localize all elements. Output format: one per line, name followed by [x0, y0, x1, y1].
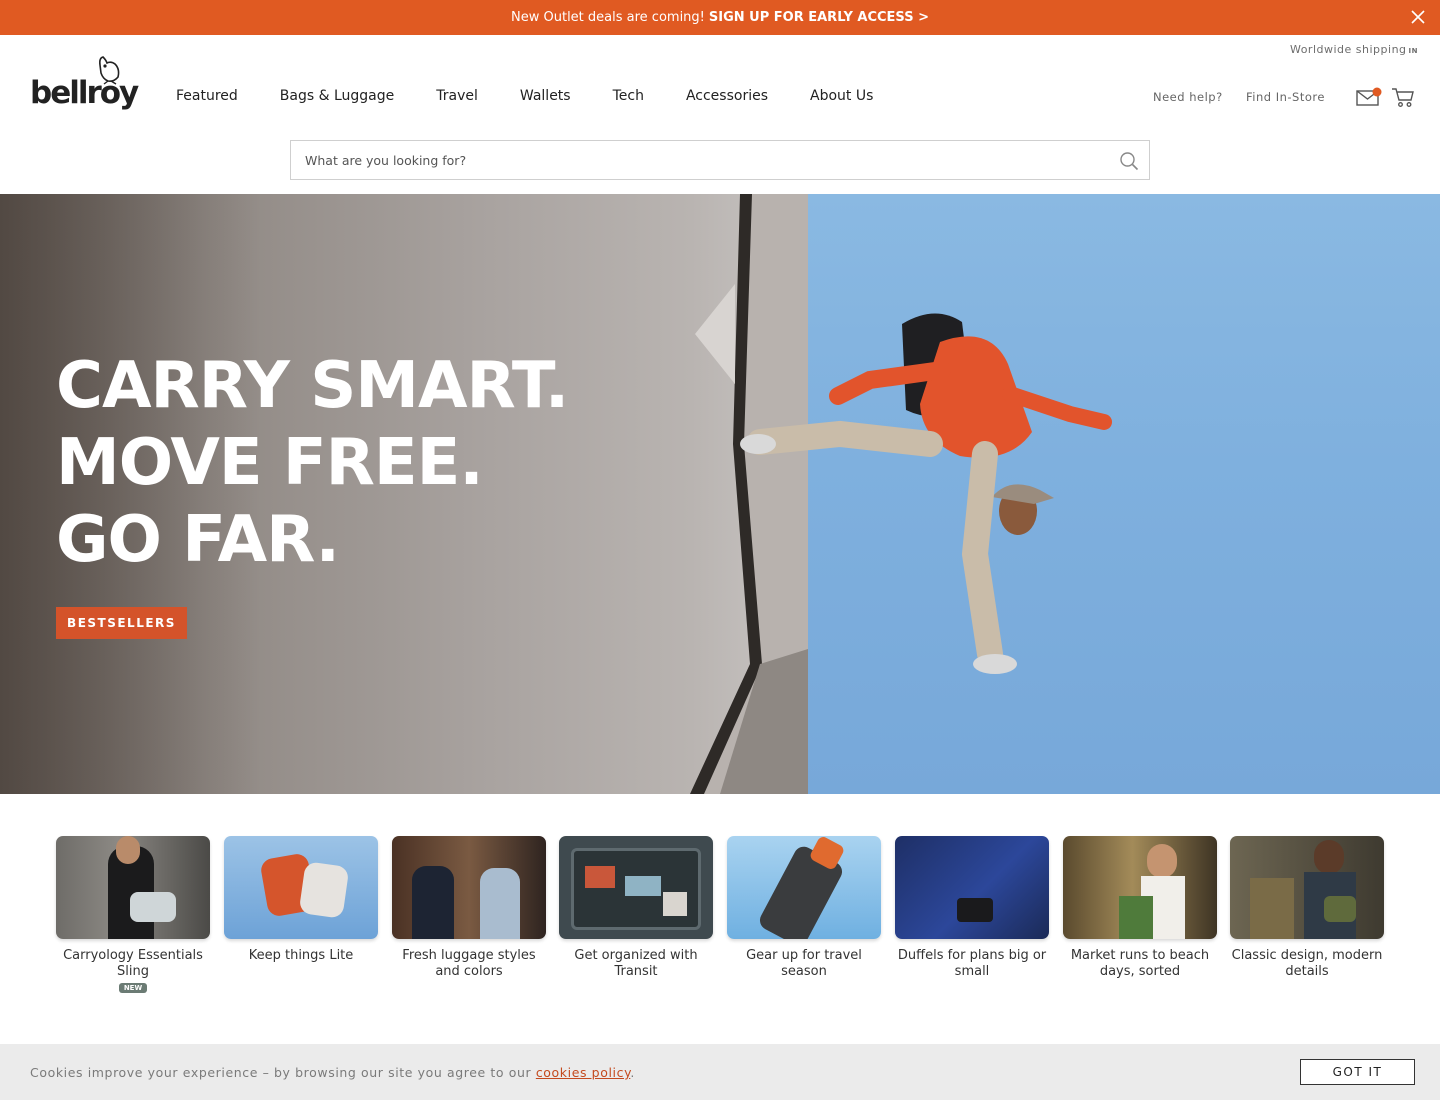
hero-headline: CARRY SMART. MOVE FREE. GO FAR.: [56, 348, 569, 579]
search-icon[interactable]: [1119, 151, 1139, 171]
promo-text: New Outlet deals are coming!: [511, 10, 705, 25]
tile-keep-things-lite[interactable]: Keep things Lite: [224, 836, 378, 964]
tile-image: [727, 836, 881, 939]
tile-classic-design[interactable]: Classic design, modern details: [1230, 836, 1384, 980]
tile-image: [559, 836, 713, 939]
promo-signup-link[interactable]: SIGN UP FOR EARLY ACCESS >: [709, 10, 929, 25]
tile-travel-season[interactable]: Gear up for travel season: [727, 836, 881, 980]
tile-caption: Gear up for travel season: [746, 948, 862, 979]
cookie-banner: Cookies improve your experience – by bro…: [0, 1044, 1440, 1100]
close-icon[interactable]: [1410, 9, 1426, 25]
category-tiles: Carryology Essentials Sling NEW Keep thi…: [56, 836, 1386, 1006]
logo-wordmark: bellroy: [30, 75, 139, 111]
nav-tech[interactable]: Tech: [613, 88, 644, 104]
new-badge: NEW: [119, 983, 147, 993]
tile-image: [1063, 836, 1217, 939]
got-it-button[interactable]: GOT IT: [1300, 1059, 1415, 1085]
mail-icon[interactable]: [1356, 87, 1382, 107]
main-nav: Featured Bags & Luggage Travel Wallets T…: [176, 88, 915, 104]
tile-image: [56, 836, 210, 939]
tile-image: [224, 836, 378, 939]
tile-caption: Get organized with Transit: [574, 948, 698, 979]
tile-caption: Keep things Lite: [248, 948, 354, 963]
site-logo[interactable]: bellroy: [30, 53, 139, 115]
tile-image: [1230, 836, 1384, 939]
hero-line-3: GO FAR.: [56, 503, 340, 577]
tile-caption: Market runs to beach days, sorted: [1070, 948, 1210, 979]
cookies-policy-link[interactable]: cookies policy: [536, 1065, 630, 1080]
nav-about-us[interactable]: About Us: [810, 88, 873, 104]
hero-line-1: CARRY SMART.: [56, 349, 569, 423]
nav-accessories[interactable]: Accessories: [686, 88, 768, 104]
cookie-text: Cookies improve your experience – by bro…: [30, 1065, 532, 1080]
need-help-link[interactable]: Need help?: [1153, 90, 1223, 104]
cart-icon[interactable]: [1391, 86, 1415, 108]
tile-transit-organizer[interactable]: Get organized with Transit: [559, 836, 713, 980]
shipping-country-code: IN: [1408, 47, 1418, 55]
promo-bar: New Outlet deals are coming! SIGN UP FOR…: [0, 0, 1440, 35]
tile-market-beach[interactable]: Market runs to beach days, sorted: [1063, 836, 1217, 980]
nav-wallets[interactable]: Wallets: [520, 88, 571, 104]
hero-line-2: MOVE FREE.: [56, 426, 484, 500]
cookie-message: Cookies improve your experience – by bro…: [30, 1065, 635, 1080]
tile-carryology-sling[interactable]: Carryology Essentials Sling NEW: [56, 836, 210, 993]
tile-fresh-luggage[interactable]: Fresh luggage styles and colors: [392, 836, 546, 980]
nav-bags-luggage[interactable]: Bags & Luggage: [280, 88, 394, 104]
tile-duffels[interactable]: Duffels for plans big or small: [895, 836, 1049, 980]
tile-caption: Classic design, modern details: [1231, 948, 1383, 979]
tile-caption: Fresh luggage styles and colors: [402, 948, 536, 979]
shipping-label: Worldwide shipping: [1289, 43, 1407, 56]
search-input[interactable]: [305, 141, 1095, 179]
bestsellers-button[interactable]: BESTSELLERS: [56, 607, 187, 639]
tile-image: [895, 836, 1049, 939]
tile-image: [392, 836, 546, 939]
shipping-selector[interactable]: Worldwide shipping IN: [1290, 43, 1418, 56]
nav-featured[interactable]: Featured: [176, 88, 238, 104]
cookie-period: .: [630, 1065, 635, 1080]
nav-travel[interactable]: Travel: [436, 88, 478, 104]
find-in-store-link[interactable]: Find In-Store: [1246, 90, 1325, 104]
site-header: Worldwide shipping IN bellroy Featured Ba…: [0, 35, 1440, 194]
tile-caption: Carryology Essentials Sling: [63, 948, 203, 979]
hero-banner: CARRY SMART. MOVE FREE. GO FAR. BESTSELL…: [0, 194, 1440, 794]
tile-caption: Duffels for plans big or small: [897, 948, 1047, 979]
search-box: [290, 140, 1150, 180]
